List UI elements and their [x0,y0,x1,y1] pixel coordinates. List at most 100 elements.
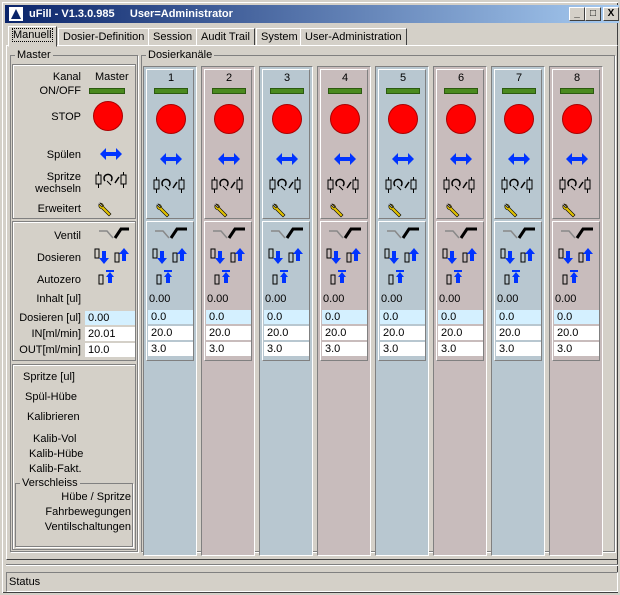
channel-stop-button[interactable] [330,104,360,134]
channel-autozero-icon[interactable] [387,269,407,287]
channel-stop-button[interactable] [562,104,592,134]
maximize-button[interactable]: □ [585,7,601,21]
channel-in-input[interactable]: 20.0 [264,326,309,340]
channel-in-input[interactable]: 20.0 [554,326,599,340]
channel-syringe-change-icon[interactable] [209,176,249,194]
channel-wrench-icon[interactable] [271,202,287,218]
master-ventil-icon[interactable] [97,226,131,242]
channel-dosieren-input[interactable]: 0.0 [264,310,309,324]
channel-in-input[interactable]: 20.0 [380,326,425,340]
tab-dosier-definition[interactable]: Dosier-Definition [58,28,150,46]
channel-dosieren-icon[interactable] [499,247,539,265]
master-in-input[interactable]: 20.01 [85,327,135,341]
channel-wrench-icon[interactable] [503,202,519,218]
channel-out-input[interactable]: 3.0 [264,342,309,356]
channel-ventil-icon[interactable] [153,226,189,242]
tab-user-administration[interactable]: User-Administration [300,28,407,46]
channel-onoff-led[interactable] [502,88,536,94]
channel-spuelen-icon[interactable] [273,150,301,168]
tab-manuell[interactable]: Manuell [8,26,57,47]
channel-stop-button[interactable] [388,104,418,134]
minimize-button[interactable]: _ [569,7,585,21]
channel-spuelen-icon[interactable] [505,150,533,168]
channel-dosieren-input[interactable]: 0.0 [322,310,367,324]
channel-out-input[interactable]: 3.0 [496,342,541,356]
channel-in-input[interactable]: 20.0 [206,326,251,340]
master-syringe-change-icon[interactable] [93,171,133,189]
channel-ventil-icon[interactable] [211,226,247,242]
channel-onoff-led[interactable] [444,88,478,94]
channel-out-input[interactable]: 3.0 [206,342,251,356]
channel-stop-button[interactable] [156,104,186,134]
channel-ventil-icon[interactable] [501,226,537,242]
channel-autozero-icon[interactable] [271,269,291,287]
channel-autozero-icon[interactable] [213,269,233,287]
channel-syringe-change-icon[interactable] [267,176,307,194]
channel-dosieren-icon[interactable] [267,247,307,265]
channel-in-input[interactable]: 20.0 [148,326,193,340]
channel-syringe-change-icon[interactable] [151,176,191,194]
channel-dosieren-icon[interactable] [325,247,365,265]
channel-onoff-led[interactable] [386,88,420,94]
close-button[interactable]: X [603,7,619,21]
master-dosieren-icon[interactable] [93,247,133,265]
master-wrench-icon[interactable] [97,201,113,217]
channel-stop-button[interactable] [272,104,302,134]
channel-out-input[interactable]: 3.0 [438,342,483,356]
channel-out-input[interactable]: 3.0 [322,342,367,356]
tab-audit-trail[interactable]: Audit Trail [196,28,255,46]
channel-syringe-change-icon[interactable] [325,176,365,194]
channel-out-input[interactable]: 3.0 [380,342,425,356]
channel-dosieren-input[interactable]: 0.0 [496,310,541,324]
master-onoff-led[interactable] [89,88,125,94]
channel-ventil-icon[interactable] [385,226,421,242]
channel-onoff-led[interactable] [270,88,304,94]
channel-dosieren-icon[interactable] [383,247,423,265]
channel-wrench-icon[interactable] [387,202,403,218]
channel-dosieren-icon[interactable] [151,247,191,265]
channel-syringe-change-icon[interactable] [383,176,423,194]
channel-dosieren-icon[interactable] [441,247,481,265]
channel-autozero-icon[interactable] [445,269,465,287]
channel-autozero-icon[interactable] [561,269,581,287]
channel-stop-button[interactable] [446,104,476,134]
channel-stop-button[interactable] [214,104,244,134]
master-out-input[interactable]: 10.0 [85,343,135,357]
channel-ventil-icon[interactable] [559,226,595,242]
channel-dosieren-input[interactable]: 0.0 [148,310,193,324]
channel-spuelen-icon[interactable] [157,150,185,168]
channel-ventil-icon[interactable] [327,226,363,242]
tab-session[interactable]: Session [148,28,198,46]
channel-dosieren-icon[interactable] [209,247,249,265]
channel-onoff-led[interactable] [560,88,594,94]
channel-autozero-icon[interactable] [155,269,175,287]
channel-dosieren-input[interactable]: 0.0 [206,310,251,324]
channel-syringe-change-icon[interactable] [441,176,481,194]
channel-spuelen-icon[interactable] [563,150,591,168]
channel-wrench-icon[interactable] [329,202,345,218]
channel-syringe-change-icon[interactable] [499,176,539,194]
master-stop-button[interactable] [93,101,123,131]
channel-ventil-icon[interactable] [269,226,305,242]
channel-spuelen-icon[interactable] [447,150,475,168]
channel-autozero-icon[interactable] [503,269,523,287]
channel-dosieren-input[interactable]: 0.0 [554,310,599,324]
channel-out-input[interactable]: 3.0 [554,342,599,356]
channel-dosieren-icon[interactable] [557,247,597,265]
channel-out-input[interactable]: 3.0 [148,342,193,356]
master-dosieren-ul-input[interactable]: 0.00 [85,311,135,325]
tab-system[interactable]: System [256,28,303,46]
channel-spuelen-icon[interactable] [215,150,243,168]
channel-onoff-led[interactable] [328,88,362,94]
channel-onoff-led[interactable] [212,88,246,94]
master-spuelen-icon[interactable] [97,145,125,163]
channel-onoff-led[interactable] [154,88,188,94]
channel-wrench-icon[interactable] [213,202,229,218]
channel-in-input[interactable]: 20.0 [496,326,541,340]
channel-stop-button[interactable] [504,104,534,134]
channel-spuelen-icon[interactable] [389,150,417,168]
channel-dosieren-input[interactable]: 0.0 [380,310,425,324]
channel-wrench-icon[interactable] [155,202,171,218]
channel-wrench-icon[interactable] [445,202,461,218]
channel-in-input[interactable]: 20.0 [438,326,483,340]
